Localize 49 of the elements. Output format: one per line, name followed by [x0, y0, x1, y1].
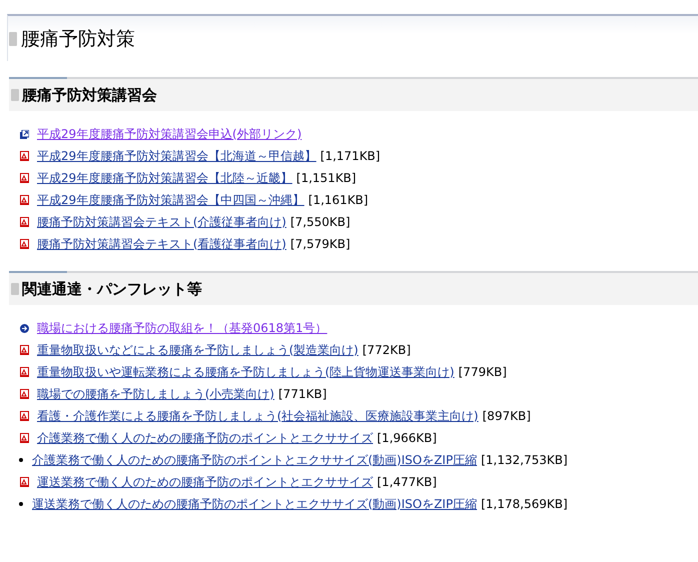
file-size: [1,151KB]: [296, 171, 356, 185]
document-link[interactable]: 職場における腰痛予防の取組を！（基発0618第1号）: [37, 320, 328, 336]
pdf-icon: [20, 477, 29, 487]
document-link[interactable]: 平成29年度腰痛予防対策講習会申込(外部リンク): [37, 126, 302, 142]
file-size: [1,966KB]: [377, 431, 437, 445]
file-size: [1,178,569KB]: [480, 497, 568, 511]
file-size: [1,161KB]: [308, 193, 368, 207]
bullet-icon: [19, 502, 23, 506]
document-link[interactable]: 介護業務で働く人のための腰痛予防のポイントとエクササイズ(動画)ISOをZIP圧縮: [32, 452, 477, 468]
file-size: [771KB]: [278, 387, 327, 401]
file-size: [897KB]: [482, 409, 531, 423]
document-link[interactable]: 重量物取扱いや運転業務による腰痛を予防しましょう(陸上貨物運送事業向け): [37, 364, 454, 380]
pdf-icon: [20, 151, 29, 161]
document-link[interactable]: 介護業務で働く人のための腰痛予防のポイントとエクササイズ: [37, 430, 373, 446]
heading-marker: [9, 32, 17, 46]
document-link[interactable]: 平成29年度腰痛予防対策講習会【中四国～沖縄】: [37, 192, 304, 208]
document-link[interactable]: 重量物取扱いなどによる腰痛を予防しましょう(製造業向け): [37, 342, 358, 358]
heading-marker: [11, 283, 19, 295]
bullet-icon: [19, 458, 23, 462]
document-link[interactable]: 腰痛予防対策講習会テキスト(介護従事者向け): [37, 214, 286, 230]
file-size: [1,477KB]: [377, 475, 437, 489]
pdf-icon: [20, 389, 29, 399]
document-link[interactable]: 平成29年度腰痛予防対策講習会【北陸～近畿】: [37, 170, 292, 186]
file-size: [7,550KB]: [290, 215, 350, 229]
pdf-icon: [20, 173, 29, 183]
file-size: [1,132,753KB]: [480, 453, 568, 467]
document-link[interactable]: 職場での腰痛を予防しましょう(小売業向け): [37, 386, 274, 402]
pdf-icon: [20, 433, 29, 443]
heading-marker: [11, 89, 19, 101]
arrow-circle-icon: [20, 324, 29, 332]
pdf-icon: [20, 195, 29, 205]
pdf-icon: [20, 217, 29, 227]
document-link[interactable]: 運送業務で働く人のための腰痛予防のポイントとエクササイズ(動画)ISOをZIP圧縮: [32, 496, 477, 512]
pdf-icon: [20, 411, 29, 421]
pdf-icon: [20, 345, 29, 355]
file-size: [779KB]: [458, 365, 507, 379]
file-size: [1,171KB]: [320, 149, 380, 163]
document-link[interactable]: 運送業務で働く人のための腰痛予防のポイントとエクササイズ: [37, 474, 373, 490]
document-link[interactable]: 平成29年度腰痛予防対策講習会【北海道～甲信越】: [37, 148, 316, 164]
pdf-icon: [20, 367, 29, 377]
document-link[interactable]: 腰痛予防対策講習会テキスト(看護従事者向け): [37, 236, 286, 252]
document-link[interactable]: 看護・介護作業による腰痛を予防しましょう(社会福祉施設、医療施設事業主向け): [37, 408, 478, 424]
pdf-icon: [20, 239, 29, 249]
external-link-icon: [20, 130, 29, 138]
page-title: 腰痛予防対策: [21, 26, 135, 52]
file-size: [772KB]: [362, 343, 411, 357]
file-size: [7,579KB]: [290, 237, 350, 251]
section-title: 関連通達・パンフレット等: [22, 280, 202, 298]
section-title: 腰痛予防対策講習会: [22, 86, 157, 104]
